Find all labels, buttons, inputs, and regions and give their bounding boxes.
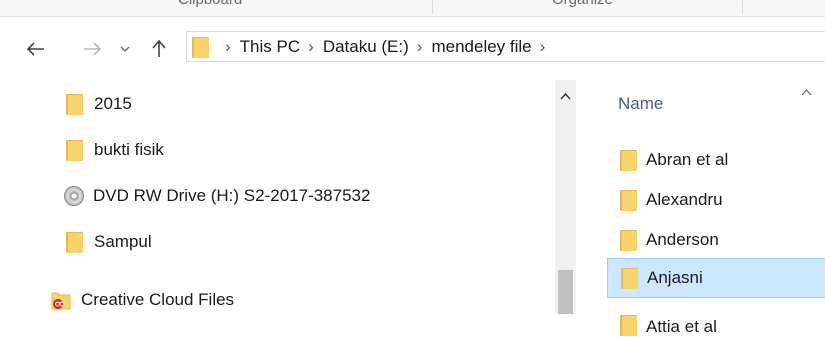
chevron-right-icon[interactable]: › (540, 37, 546, 57)
file-row-attia-et-al[interactable]: Attia et al (607, 302, 825, 336)
folder-icon (66, 139, 83, 161)
file-row-label: Anderson (646, 230, 719, 249)
up-button[interactable] (148, 34, 170, 64)
folder-icon (620, 314, 637, 336)
file-row-label: Anjasni (647, 268, 703, 287)
file-row-anjasni[interactable]: Anjasni (607, 258, 825, 298)
arrow-up-icon (152, 40, 166, 57)
nav-item-label: Creative Cloud Files (81, 290, 235, 309)
folder-icon (620, 149, 637, 171)
file-row-label: Alexandru (646, 190, 723, 209)
file-row-label: Attia et al (646, 317, 717, 336)
breadcrumb-this-pc[interactable]: This PC (240, 37, 300, 57)
folder-icon (192, 36, 209, 58)
recent-locations-button[interactable] (117, 34, 133, 64)
folder-icon (620, 229, 637, 251)
folder-icon (66, 231, 83, 253)
arrow-right-icon (84, 42, 101, 56)
sort-ascending-icon (801, 83, 812, 99)
dvd-drive-icon (64, 186, 84, 206)
back-button[interactable] (22, 34, 50, 64)
breadcrumb-folder[interactable]: mendeley file (431, 37, 531, 57)
chevron-right-icon[interactable]: › (225, 37, 231, 57)
ribbon-group-clipboard: Clipboard (178, 0, 242, 8)
file-row-label: Abran et al (646, 150, 729, 169)
nav-item-label: Sampul (94, 232, 152, 251)
scroll-up-icon[interactable] (560, 88, 571, 103)
chevron-down-icon (120, 46, 130, 52)
chevron-right-icon[interactable]: › (308, 37, 314, 57)
nav-item-label: bukti fisik (94, 140, 164, 159)
nav-item-creative-cloud[interactable]: Creative Cloud Files (50, 286, 234, 314)
folder-icon (621, 267, 638, 289)
creative-cloud-icon (50, 290, 72, 310)
folder-icon (620, 189, 637, 211)
nav-item-label: 2015 (94, 94, 132, 113)
file-row-alexandru[interactable]: Alexandru (607, 184, 825, 216)
nav-item-label: DVD RW Drive (H:) S2-2017-387532 (93, 186, 371, 205)
ribbon-divider (432, 0, 433, 14)
column-header-name[interactable]: Name (618, 94, 663, 114)
forward-button[interactable] (78, 34, 106, 64)
breadcrumb-drive[interactable]: Dataku (E:) (323, 37, 409, 57)
address-bar[interactable]: › This PC › Dataku (E:) › mendeley file … (186, 31, 825, 62)
folder-icon (66, 93, 83, 115)
nav-item-dvd-drive[interactable]: DVD RW Drive (H:) S2-2017-387532 (64, 182, 370, 210)
ribbon-divider (742, 0, 743, 14)
nav-item-sampul[interactable]: Sampul (66, 228, 152, 256)
scrollbar-thumb[interactable] (558, 270, 573, 314)
file-row-anderson[interactable]: Anderson (607, 224, 825, 256)
nav-item-bukti-fisik[interactable]: bukti fisik (66, 136, 164, 164)
ribbon-group-labels: Clipboard Organize (0, 0, 825, 17)
nav-item-2015[interactable]: 2015 (66, 90, 132, 118)
arrow-left-icon (27, 42, 44, 56)
file-row-abran-et-al[interactable]: Abran et al (607, 144, 825, 176)
chevron-right-icon[interactable]: › (417, 37, 423, 57)
ribbon-group-organize: Organize (552, 0, 613, 8)
